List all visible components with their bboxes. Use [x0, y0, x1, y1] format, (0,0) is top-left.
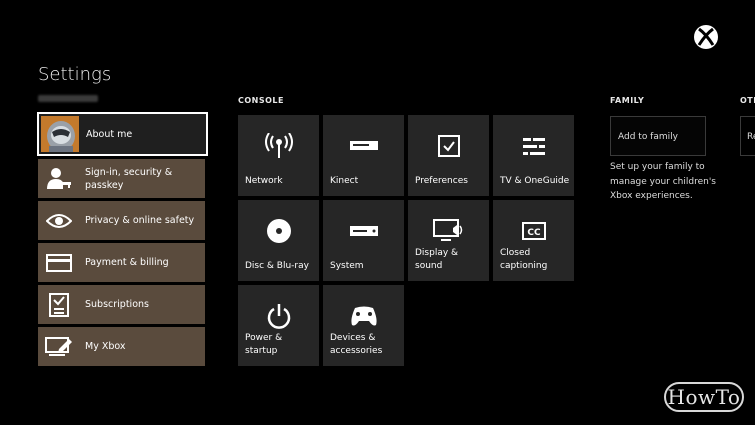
tile-preferences[interactable]: Preferences [408, 115, 489, 196]
tile-label: Network [245, 176, 283, 186]
tv-guide-icon [493, 131, 574, 161]
family-description: Set up your family to manage your childr… [610, 162, 716, 201]
credit-card-icon [45, 250, 73, 276]
tile-closed-captioning[interactable]: CC Closed captioning [493, 200, 574, 281]
cc-icon: CC [493, 216, 574, 246]
power-icon [238, 301, 319, 331]
tile-label: System [330, 261, 364, 271]
tile-label: TV & OneGuide [500, 176, 570, 186]
menu-item-label: My Xbox [85, 341, 126, 352]
menu-item-label: Sign-in, security & passkey [85, 166, 173, 191]
disc-icon [238, 216, 319, 246]
xbox-logo-icon [694, 25, 718, 49]
tile-power-startup[interactable]: Power & startup [238, 285, 319, 366]
tile-kinect[interactable]: Kinect [323, 115, 404, 196]
network-icon [238, 131, 319, 161]
menu-item-my-xbox[interactable]: My Xbox [38, 327, 205, 366]
menu-item-about-me[interactable]: About me [37, 112, 208, 156]
system-icon [323, 216, 404, 246]
other-section-header: OTH [740, 96, 755, 105]
display-sound-icon [408, 216, 489, 246]
kinect-icon [323, 131, 404, 161]
tile-label: Display & sound [415, 248, 459, 271]
gamertag-blurred [38, 95, 98, 102]
add-to-family-button[interactable]: Add to family [610, 116, 706, 156]
other-button[interactable]: Re [740, 116, 755, 156]
tile-display-sound[interactable]: Display & sound [408, 200, 489, 281]
tile-label: Power & startup [245, 333, 283, 356]
tile-disc-bluray[interactable]: Disc & Blu-ray [238, 200, 319, 281]
tile-label: Devices & accessories [330, 333, 383, 356]
howto-watermark-text: HowTo [667, 385, 741, 409]
svg-text:CC: CC [527, 228, 541, 238]
eye-icon [45, 208, 73, 234]
tile-label: Kinect [330, 176, 359, 186]
menu-item-label: Subscriptions [85, 299, 149, 310]
console-section-header: CONSOLE [238, 96, 284, 105]
avatar [41, 116, 79, 152]
user-key-icon [45, 166, 73, 192]
menu-item-label: About me [86, 128, 133, 140]
tile-tv-oneguide[interactable]: TV & OneGuide [493, 115, 574, 196]
tile-system[interactable]: System [323, 200, 404, 281]
tile-label: Closed captioning [500, 248, 548, 271]
console-edit-icon [45, 334, 73, 360]
page-title: Settings [38, 64, 112, 85]
menu-item-payment[interactable]: Payment & billing [38, 243, 205, 282]
controller-icon [323, 301, 404, 331]
menu-item-privacy[interactable]: Privacy & online safety [38, 201, 205, 240]
menu-item-label: Privacy & online safety [85, 215, 195, 226]
tile-label: Disc & Blu-ray [245, 261, 309, 271]
menu-item-subscriptions[interactable]: Subscriptions [38, 285, 205, 324]
menu-item-label: Payment & billing [85, 257, 169, 268]
checkbox-icon [408, 131, 489, 161]
clipboard-check-icon [45, 292, 73, 318]
add-to-family-label: Add to family [618, 132, 678, 142]
menu-item-sign-in-security[interactable]: Sign-in, security & passkey [38, 159, 205, 198]
tile-label: Preferences [415, 176, 468, 186]
other-button-label: Re [747, 132, 755, 142]
settings-menu: About me Sign-in, security & passkey Pri… [37, 112, 208, 369]
family-section-header: FAMILY [610, 96, 645, 105]
console-tiles: Network Kinect Preferences TV & OneGuide… [238, 115, 574, 367]
howto-watermark: HowTo [664, 382, 744, 412]
tile-network[interactable]: Network [238, 115, 319, 196]
tile-devices-accessories[interactable]: Devices & accessories [323, 285, 404, 366]
